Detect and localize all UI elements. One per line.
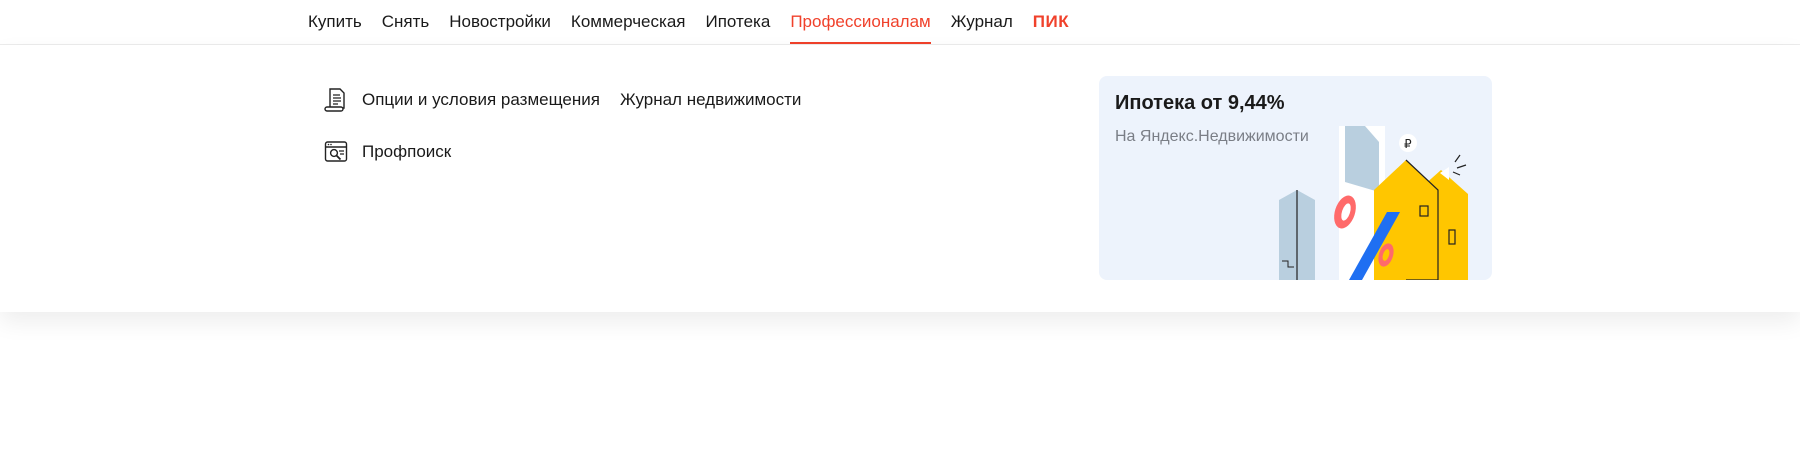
pik-logo[interactable]: ПИК <box>1033 0 1069 44</box>
top-navigation: Купить Снять Новостройки Коммерческая Ип… <box>0 0 1800 45</box>
nav-item-rent[interactable]: Снять <box>382 0 430 44</box>
nav-item-commercial[interactable]: Коммерческая <box>571 0 686 44</box>
nav-items: Купить Снять Новостройки Коммерческая Ип… <box>308 0 1069 44</box>
nav-item-buy[interactable]: Купить <box>308 0 362 44</box>
menu-row-1: Опции и условия размещения Журнал недвиж… <box>324 84 821 116</box>
professionals-dropdown: Опции и условия размещения Журнал недвиж… <box>0 45 1800 312</box>
profsearch-link[interactable]: Профпоиск <box>362 142 451 162</box>
browser-search-icon <box>324 141 348 162</box>
nav-item-professionals[interactable]: Профессионалам <box>790 0 932 44</box>
promo-title: Ипотека от 9,44% <box>1115 92 1285 114</box>
nav-item-mortgage[interactable]: Ипотека <box>705 0 770 44</box>
menu-row-2: Профпоиск <box>324 136 471 168</box>
svg-text:₽: ₽ <box>1404 137 1412 151</box>
mortgage-promo-card[interactable]: Ипотека от 9,44% На Яндекс.Недвижимости <box>1099 76 1492 280</box>
mortgage-houses-illustration: ₽ <box>1279 126 1468 280</box>
nav-item-new-buildings[interactable]: Новостройки <box>449 0 551 44</box>
nav-item-journal[interactable]: Журнал <box>951 0 1013 44</box>
real-estate-journal-link[interactable]: Журнал недвижимости <box>620 90 801 110</box>
options-and-placement-link[interactable]: Опции и условия размещения <box>362 90 600 110</box>
document-icon <box>324 88 345 112</box>
